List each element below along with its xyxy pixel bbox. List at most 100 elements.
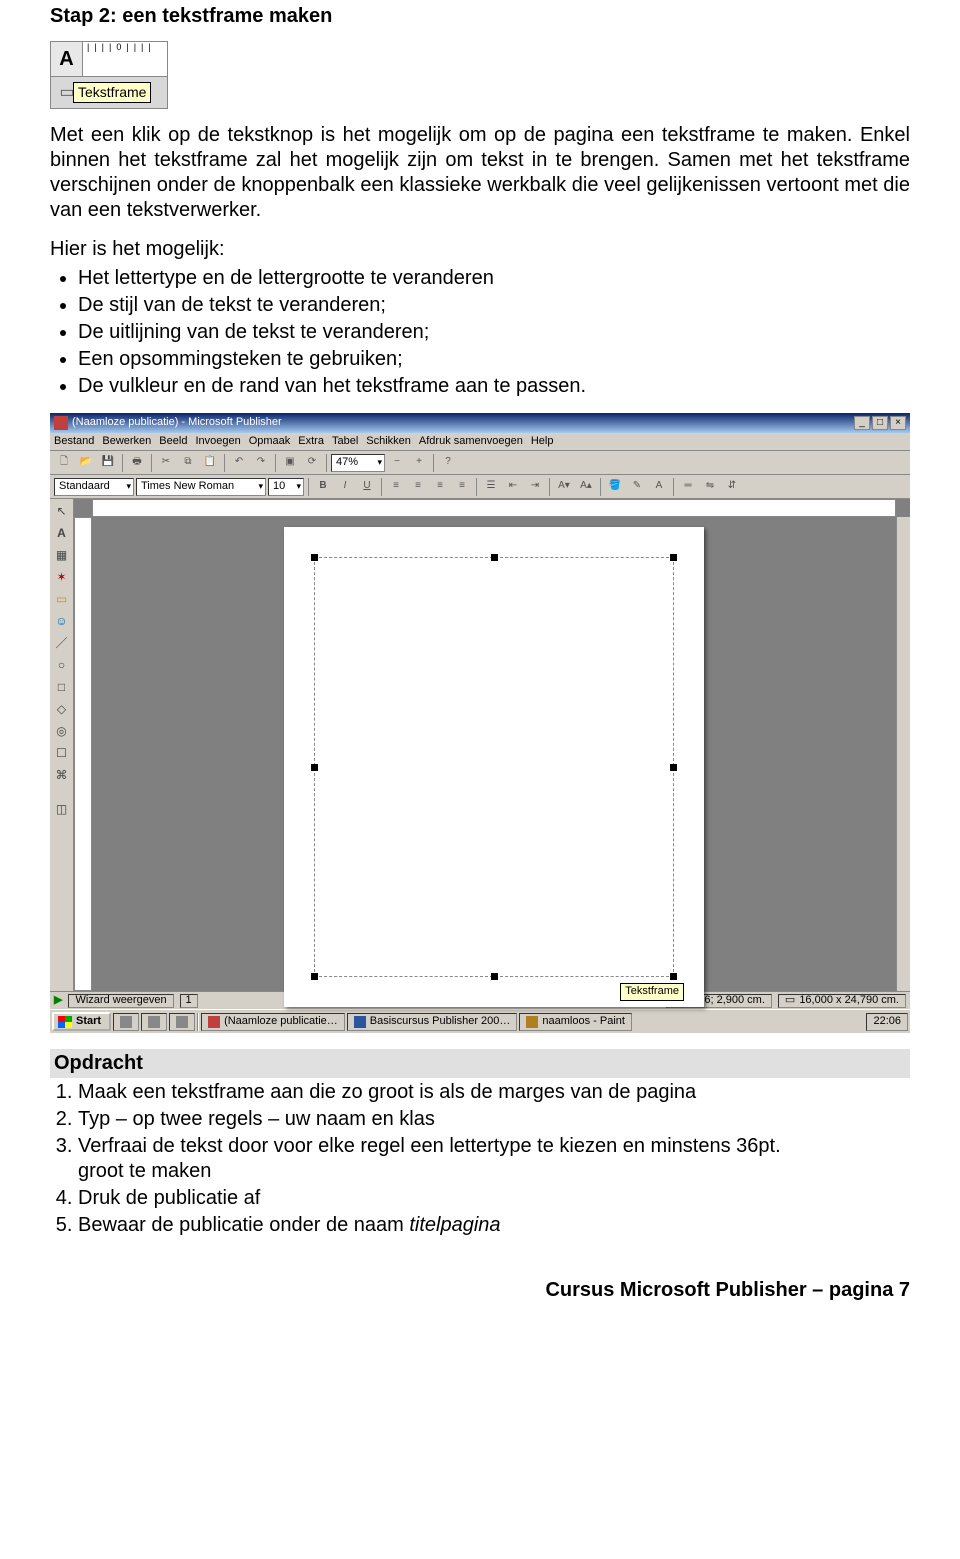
cut-icon[interactable]: ✂: [156, 454, 176, 472]
clipart-icon[interactable]: ☺: [52, 611, 72, 631]
maximize-button[interactable]: □: [872, 416, 888, 430]
style-dropdown[interactable]: Standaard: [54, 478, 134, 496]
vertical-scrollbar[interactable]: [896, 517, 910, 991]
wordart-icon[interactable]: ✶: [52, 567, 72, 587]
resize-handle[interactable]: [311, 764, 318, 771]
flip-h-icon[interactable]: ⇋: [700, 478, 720, 496]
zoom-out-icon[interactable]: −: [387, 454, 407, 472]
shapes-tool-icon[interactable]: ◇: [52, 699, 72, 719]
standard-toolbar: 🗋 📂 💾 🖶 ✂ ⧉ 📋 ↶ ↷ ▣ ⟳ 47% − + ?: [50, 451, 910, 475]
zoom-in-icon[interactable]: +: [409, 454, 429, 472]
hotspot-icon[interactable]: ◎: [52, 721, 72, 741]
taskbar-item[interactable]: [141, 1013, 167, 1031]
zoom-dropdown[interactable]: 47%: [331, 454, 385, 472]
rect-tool-icon[interactable]: □: [52, 677, 72, 697]
linestyle-icon[interactable]: ═: [678, 478, 698, 496]
opdracht-heading: Opdracht: [50, 1049, 910, 1078]
textframe-tool-thumbnail: A ||||0|||| ▭ Tekstframe: [50, 41, 168, 109]
app-icon: [148, 1016, 160, 1028]
oval-tool-icon[interactable]: ○: [52, 655, 72, 675]
rotate-icon[interactable]: ⟳: [302, 454, 322, 472]
close-button[interactable]: ×: [890, 416, 906, 430]
menu-item[interactable]: Extra: [298, 435, 324, 449]
fontcolor-icon[interactable]: A: [649, 478, 669, 496]
menubar: Bestand Bewerken Beeld Invoegen Opmaak E…: [50, 433, 910, 451]
canvas[interactable]: Tekstframe: [92, 517, 896, 991]
redo-icon[interactable]: ↷: [251, 454, 271, 472]
help-icon[interactable]: ?: [438, 454, 458, 472]
menu-item[interactable]: Bewerken: [102, 435, 151, 449]
formatting-toolbar: Standaard Times New Roman 10 B I U ≡ ≡ ≡…: [50, 475, 910, 499]
menu-item[interactable]: Beeld: [159, 435, 187, 449]
bold-icon[interactable]: B: [313, 478, 333, 496]
bullet-list: Het lettertype en de lettergrootte te ve…: [50, 266, 910, 399]
save-icon[interactable]: 💾: [98, 454, 118, 472]
fillcolor-icon[interactable]: 🪣: [605, 478, 625, 496]
indent-left-icon[interactable]: ⇤: [503, 478, 523, 496]
table-tool-icon[interactable]: ▦: [52, 545, 72, 565]
text-frame[interactable]: [314, 557, 674, 977]
open-icon[interactable]: 📂: [76, 454, 96, 472]
menu-item[interactable]: Afdruk samenvoegen: [419, 435, 523, 449]
window-titlebar: (Naamloze publicatie) - Microsoft Publis…: [50, 413, 910, 433]
paste-icon[interactable]: 📋: [200, 454, 220, 472]
new-icon[interactable]: 🗋: [54, 454, 74, 472]
tooltip-textframe: Tekstframe: [73, 82, 151, 104]
bullets-icon[interactable]: ☰: [481, 478, 501, 496]
resize-handle[interactable]: [670, 554, 677, 561]
flip-v-icon[interactable]: ⇵: [722, 478, 742, 496]
design-gallery-icon[interactable]: ◫: [52, 799, 72, 819]
bring-front-icon[interactable]: ▣: [280, 454, 300, 472]
taskbar-item[interactable]: (Naamloze publicatie…: [201, 1013, 345, 1031]
publisher-icon: [208, 1016, 220, 1028]
underline-icon[interactable]: U: [357, 478, 377, 496]
picture-frame-icon[interactable]: ▭: [52, 589, 72, 609]
bullet-item: Een opsommingsteken te gebruiken;: [78, 347, 910, 372]
horizontal-ruler: [92, 499, 896, 517]
opdracht-item: Bewaar de publicatie onder de naam titel…: [78, 1213, 910, 1238]
fontsize-dropdown[interactable]: 10: [268, 478, 304, 496]
decrease-font-icon[interactable]: A▾: [554, 478, 574, 496]
line-tool-icon[interactable]: ／: [52, 633, 72, 653]
taskbar-item[interactable]: Basiscursus Publisher 200…: [347, 1013, 518, 1031]
increase-font-icon[interactable]: A▴: [576, 478, 596, 496]
taskbar-item[interactable]: naamloos - Paint: [519, 1013, 632, 1031]
opdracht-item: Druk de publicatie af: [78, 1186, 910, 1211]
windows-flag-icon: [58, 1016, 72, 1028]
resize-handle[interactable]: [491, 973, 498, 980]
start-button[interactable]: Start: [52, 1012, 111, 1032]
align-left-icon[interactable]: ≡: [386, 478, 406, 496]
copy-icon[interactable]: ⧉: [178, 454, 198, 472]
resize-handle[interactable]: [491, 554, 498, 561]
resize-handle[interactable]: [670, 764, 677, 771]
menu-item[interactable]: Help: [531, 435, 554, 449]
html-fragment-icon[interactable]: ⌘: [52, 765, 72, 785]
wizard-button[interactable]: Wizard weergeven: [68, 994, 173, 1008]
resize-handle[interactable]: [311, 554, 318, 561]
print-icon[interactable]: 🖶: [127, 454, 147, 472]
align-right-icon[interactable]: ≡: [430, 478, 450, 496]
linecolor-icon[interactable]: ✎: [627, 478, 647, 496]
text-tool-icon[interactable]: A: [52, 523, 72, 543]
menu-item[interactable]: Opmaak: [249, 435, 291, 449]
align-justify-icon[interactable]: ≡: [452, 478, 472, 496]
menu-item[interactable]: Tabel: [332, 435, 358, 449]
indent-right-icon[interactable]: ⇥: [525, 478, 545, 496]
taskbar-item[interactable]: [169, 1013, 195, 1031]
page-nav[interactable]: 1: [180, 994, 198, 1008]
align-center-icon[interactable]: ≡: [408, 478, 428, 496]
italic-icon[interactable]: I: [335, 478, 355, 496]
pointer-icon[interactable]: ↖: [52, 501, 72, 521]
menu-item[interactable]: Bestand: [54, 435, 94, 449]
minimize-button[interactable]: _: [854, 416, 870, 430]
resize-handle[interactable]: [311, 973, 318, 980]
vertical-ruler: [74, 517, 92, 991]
app-icon: [176, 1016, 188, 1028]
form-control-icon[interactable]: ☐: [52, 743, 72, 763]
resize-handle[interactable]: [670, 973, 677, 980]
font-dropdown[interactable]: Times New Roman: [136, 478, 266, 496]
taskbar-item[interactable]: [113, 1013, 139, 1031]
menu-item[interactable]: Schikken: [366, 435, 411, 449]
undo-icon[interactable]: ↶: [229, 454, 249, 472]
menu-item[interactable]: Invoegen: [195, 435, 240, 449]
